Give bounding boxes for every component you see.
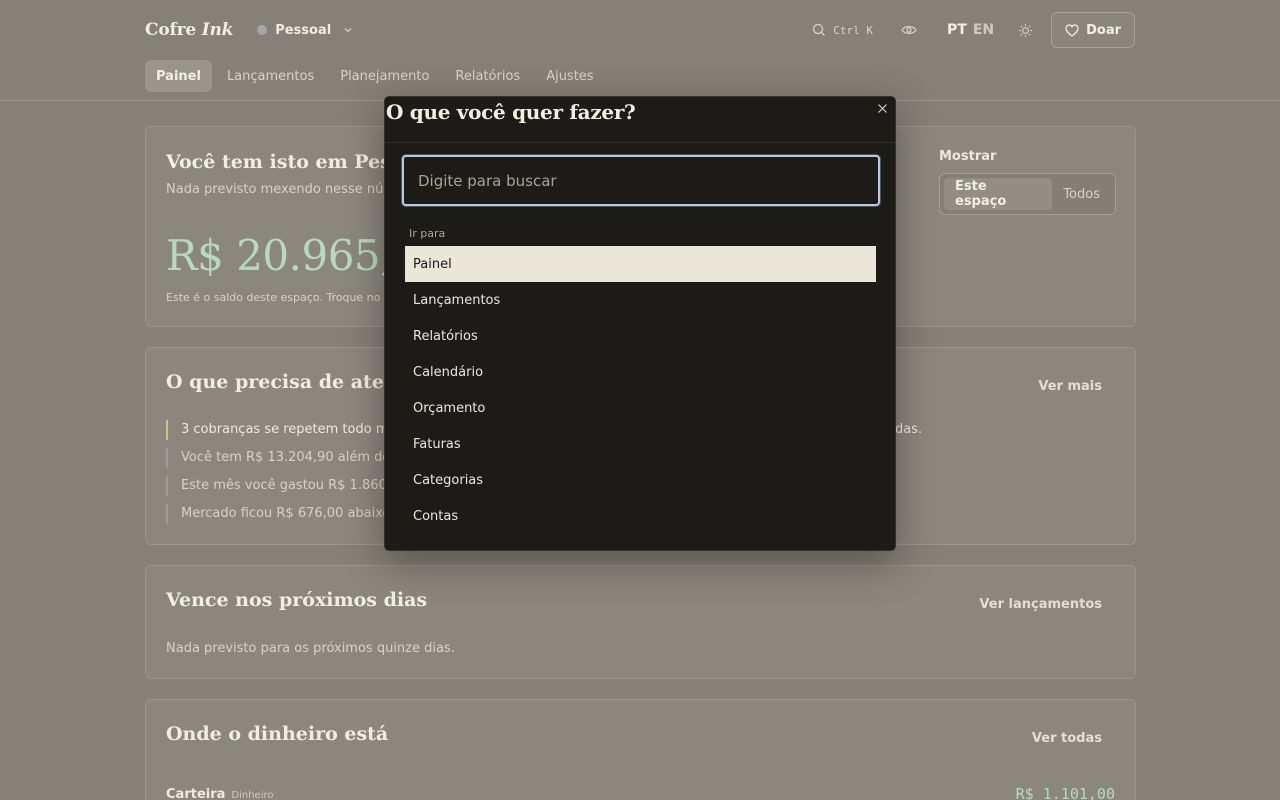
- palette-results: Painel Lançamentos Relatórios Calendário…: [405, 246, 876, 534]
- scope-all[interactable]: Todos: [1052, 178, 1111, 210]
- main-nav: Painel Lançamentos Planejamento Relatóri…: [145, 60, 605, 92]
- balance-subtitle: Nada previsto mexendo nesse número: [166, 182, 417, 197]
- tab-lancamentos[interactable]: Lançamentos: [216, 60, 325, 92]
- attention-item[interactable]: Mercado ficou R$ 676,00 abaixo: [166, 504, 391, 524]
- heart-icon: [1065, 23, 1079, 37]
- palette-item-contas[interactable]: Contas: [405, 498, 876, 534]
- tab-relatorios[interactable]: Relatórios: [444, 60, 531, 92]
- palette-item-calendario[interactable]: Calendário: [405, 354, 876, 390]
- search-shortcut[interactable]: Ctrl K: [812, 23, 873, 37]
- brand-logo[interactable]: Cofre Ink: [145, 20, 233, 40]
- see-entries-link[interactable]: Ver lançamentos: [979, 597, 1102, 612]
- scope-this-space[interactable]: Este espaço: [944, 178, 1053, 210]
- tab-ajustes[interactable]: Ajustes: [535, 60, 604, 92]
- account-row[interactable]: Carteira Dinheiro: [166, 787, 274, 800]
- space-name: Pessoal: [275, 22, 332, 38]
- palette-divider: [385, 142, 895, 143]
- account-value: R$ 1.101,00: [1015, 785, 1115, 800]
- balance-amount: R$ 20.965,: [166, 231, 394, 280]
- upcoming-card: Vence nos próximos dias Ver lançamentos …: [145, 565, 1136, 679]
- chevron-down-icon: [343, 25, 353, 35]
- palette-item-painel[interactable]: Painel: [405, 246, 876, 282]
- balance-note: Este é o saldo deste espaço. Troque no t…: [166, 291, 395, 304]
- palette-item-lancamentos[interactable]: Lançamentos: [405, 282, 876, 318]
- show-label: Mostrar: [939, 149, 997, 164]
- upcoming-empty-text: Nada previsto para os próximos quinze di…: [166, 641, 455, 656]
- eye-icon[interactable]: [901, 24, 917, 36]
- tab-planejamento[interactable]: Planejamento: [329, 60, 440, 92]
- money-card-title: Onde o dinheiro está: [166, 723, 389, 745]
- brand-name-italic: Ink: [201, 20, 234, 40]
- sun-icon[interactable]: [1018, 23, 1033, 38]
- command-palette: O que você quer fazer? Ir para Painel La…: [384, 96, 896, 551]
- donate-label: Doar: [1086, 22, 1121, 38]
- account-name: Carteira: [166, 787, 226, 800]
- search-icon: [813, 23, 826, 36]
- palette-item-categorias[interactable]: Categorias: [405, 462, 876, 498]
- top-actions: Ctrl K PT EN Doar: [812, 12, 1135, 48]
- palette-item-relatorios[interactable]: Relatórios: [405, 318, 876, 354]
- tab-painel[interactable]: Painel: [145, 60, 212, 92]
- donate-button[interactable]: Doar: [1051, 12, 1135, 48]
- palette-title: O que você quer fazer?: [386, 100, 636, 124]
- space-color-dot: [257, 25, 268, 35]
- upcoming-card-title: Vence nos próximos dias: [166, 589, 428, 611]
- close-icon[interactable]: [877, 103, 888, 114]
- space-switcher[interactable]: Pessoal: [257, 23, 353, 38]
- palette-item-faturas[interactable]: Faturas: [405, 426, 876, 462]
- top-bar: Cofre Ink Pessoal Ctrl K PT EN Doar: [145, 12, 1135, 48]
- scope-toggle: Este espaço Todos: [939, 173, 1116, 215]
- lang-en[interactable]: EN: [973, 22, 994, 38]
- brand-name: Cofre: [145, 20, 196, 40]
- money-card: Onde o dinheiro está Ver todas Carteira D…: [145, 699, 1136, 800]
- language-switcher: PT EN: [947, 22, 994, 38]
- attention-item[interactable]: 3 cobranças se repetem todo mê: [166, 420, 396, 440]
- see-more-link[interactable]: Ver mais: [1038, 379, 1102, 394]
- account-type: Dinheiro: [231, 790, 274, 800]
- palette-item-orcamento[interactable]: Orçamento: [405, 390, 876, 426]
- palette-group-label: Ir para: [409, 227, 446, 240]
- attention-item[interactable]: Você tem R$ 13.204,90 além dos: [166, 448, 397, 468]
- palette-search-input[interactable]: [402, 155, 880, 206]
- lang-pt[interactable]: PT: [947, 22, 967, 38]
- attention-item[interactable]: Este mês você gastou R$ 1.860,6: [166, 476, 399, 496]
- see-all-link[interactable]: Ver todas: [1032, 731, 1102, 746]
- search-shortcut-label: Ctrl K: [833, 23, 873, 37]
